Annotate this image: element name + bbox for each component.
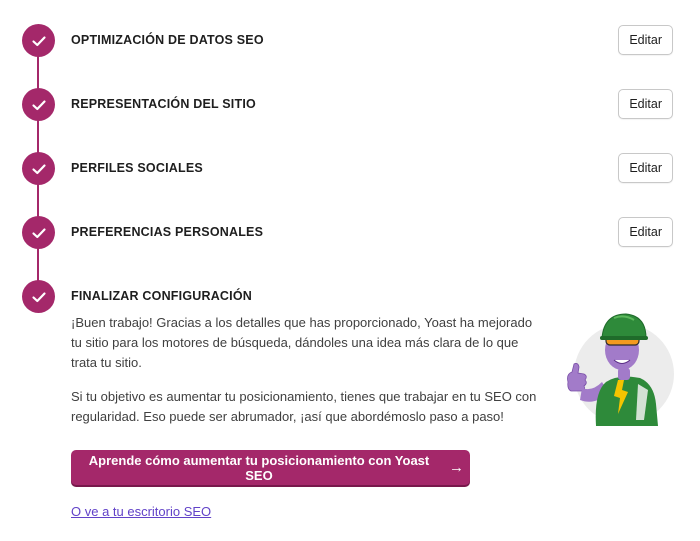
cta-label: Aprende cómo aumentar tu posicionamiento… — [88, 452, 430, 483]
learn-seo-button[interactable]: Aprende cómo aumentar tu posicionamiento… — [71, 450, 470, 485]
step-title: PERFILES SOCIALES — [71, 161, 203, 175]
edit-button[interactable]: Editar — [618, 25, 673, 55]
finish-paragraph-2: Si tu objetivo es aumentar tu posicionam… — [71, 389, 537, 424]
edit-button[interactable]: Editar — [618, 89, 673, 119]
step-title: PREFERENCIAS PERSONALES — [71, 225, 264, 239]
step-personal-preferences: PREFERENCIAS PERSONALES Editar — [0, 216, 700, 256]
finish-paragraph-1: ¡Buen trabajo! Gracias a los detalles qu… — [71, 315, 533, 370]
step-seo-data-optimization: OPTIMIZACIÓN DE DATOS SEO Editar — [0, 24, 700, 64]
edit-button[interactable]: Editar — [618, 153, 673, 183]
checkmark-icon — [22, 24, 55, 57]
step-site-representation: REPRESENTACIÓN DEL SITIO Editar — [0, 88, 700, 128]
checkmark-icon — [22, 152, 55, 185]
checkmark-icon — [22, 280, 55, 313]
checkmark-icon — [22, 88, 55, 121]
step-social-profiles: PERFILES SOCIALES Editar — [0, 152, 700, 192]
arrow-right-icon: → — [449, 459, 464, 476]
step-title: FINALIZAR CONFIGURACIÓN — [71, 289, 252, 303]
step-title: REPRESENTACIÓN DEL SITIO — [71, 97, 256, 111]
edit-button[interactable]: Editar — [618, 217, 673, 247]
checkmark-icon — [22, 216, 55, 249]
yoast-mascot-illustration — [562, 310, 674, 426]
seo-dashboard-link[interactable]: O ve a tu escritorio SEO — [71, 504, 211, 519]
step-title: OPTIMIZACIÓN DE DATOS SEO — [71, 33, 264, 47]
